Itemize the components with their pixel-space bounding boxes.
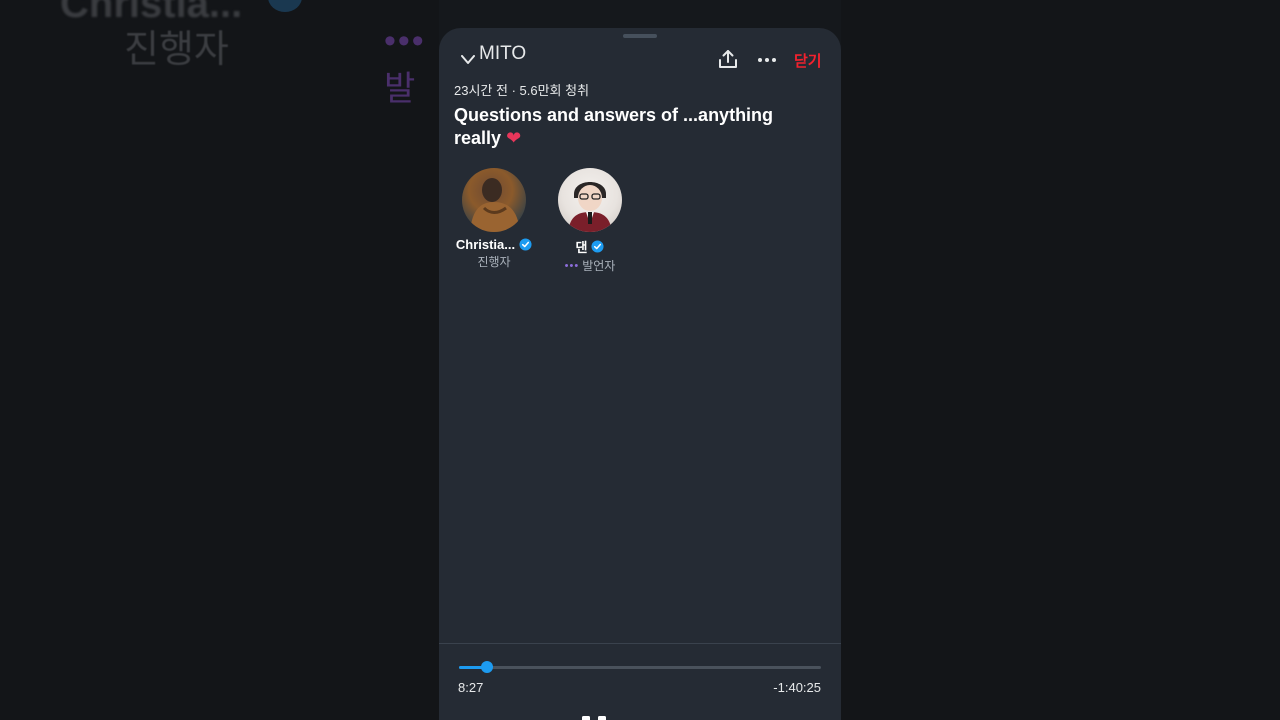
- heart-emoji-icon: ❤: [506, 128, 522, 149]
- more-icon[interactable]: [757, 57, 777, 63]
- participant-name: 댄: [575, 240, 588, 255]
- pause-icon[interactable]: [580, 714, 608, 720]
- playback-scrubber[interactable]: [459, 661, 821, 673]
- participant-speaker[interactable]: 댄 ••• 발언자: [540, 168, 640, 274]
- close-button[interactable]: 닫기: [794, 50, 822, 71]
- background-ghost-badge: [268, 0, 302, 12]
- background-ghost-dots: ••• 발: [384, 22, 426, 108]
- phone-screen: MITO 닫기 23시간 전 · 5.6만회 청취 Questions and …: [439, 0, 841, 720]
- participant-role: ••• 발언자: [540, 257, 640, 274]
- verified-badge-icon: [519, 238, 532, 251]
- player-divider: [439, 643, 841, 644]
- participant-role-label: 진행자: [477, 255, 511, 269]
- avatar[interactable]: [558, 168, 622, 232]
- playback-scrubber-thumb[interactable]: [480, 661, 493, 673]
- avatar-speaker-image: [568, 182, 612, 232]
- participant-host[interactable]: Christia... 진행자: [444, 168, 544, 270]
- space-meta: 23시간 전 · 5.6만회 청취: [454, 83, 590, 98]
- space-sheet: MITO 닫기 23시간 전 · 5.6만회 청취 Questions and …: [439, 28, 841, 720]
- chevron-down-icon[interactable]: [461, 55, 475, 65]
- space-title-text: Questions and answers of ...anything rea…: [454, 105, 774, 148]
- background-left-panel: Christia... 진행자 ••• 발: [0, 0, 439, 720]
- sheet-grabber[interactable]: [623, 34, 657, 38]
- remaining-time: -1:40:25: [773, 680, 821, 695]
- participant-role: 진행자: [444, 253, 544, 270]
- share-icon[interactable]: [718, 49, 738, 69]
- background-ghost-role: 진행자: [124, 29, 229, 71]
- participant-name: Christia...: [455, 237, 516, 252]
- host-name[interactable]: MITO: [479, 43, 526, 65]
- avatar-host-image: [470, 178, 520, 232]
- participant-name-row: Christia...: [444, 237, 544, 252]
- verified-badge-icon: [591, 240, 605, 253]
- space-title: Questions and answers of ...anything rea…: [454, 104, 814, 150]
- avatar[interactable]: [462, 168, 526, 232]
- background-right-panel: [841, 0, 1280, 720]
- speaking-indicator-icon: •••: [564, 259, 580, 272]
- elapsed-time: 8:27: [458, 680, 484, 695]
- participant-name-row: 댄: [540, 237, 640, 256]
- participant-role-label: 발언자: [582, 259, 616, 273]
